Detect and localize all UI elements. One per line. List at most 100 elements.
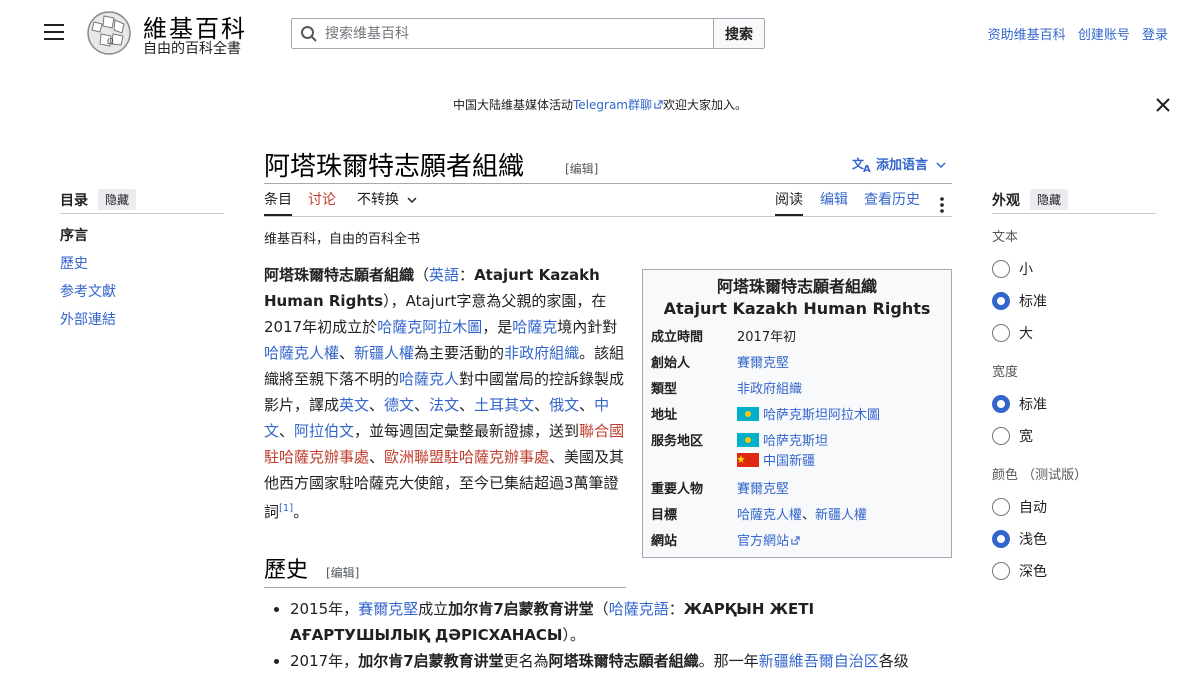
lead-link[interactable]: 阿拉伯文 [294, 422, 354, 440]
radio-button[interactable] [992, 260, 1010, 278]
color-option[interactable]: 深色 [992, 555, 1156, 587]
infobox-link[interactable]: 哈薩克人權 [737, 508, 802, 523]
add-languages-button[interactable]: 文 A 添加语言 [852, 154, 946, 175]
appearance-header: 外观 隐藏 [992, 189, 1156, 214]
lead-link[interactable]: 新疆人權 [354, 344, 414, 362]
lead-link[interactable]: 俄文 [549, 396, 579, 414]
history-link[interactable]: 賽爾克堅 [358, 600, 418, 618]
lead-link[interactable]: 土耳其文 [474, 396, 534, 414]
width-option[interactable]: 宽 [992, 420, 1156, 452]
more-tools-icon[interactable] [938, 192, 946, 218]
infobox-link[interactable]: 哈萨克斯坦阿拉木圖 [763, 408, 880, 423]
history-text: 2015年， [290, 600, 359, 618]
toc-hide-button[interactable]: 隐藏 [98, 189, 137, 210]
article-tagline: 维基百科，自由的百科全书 [264, 232, 421, 247]
lead-link[interactable]: 哈薩克人權 [264, 344, 339, 362]
lead-text: 、 [459, 396, 475, 414]
infobox-link[interactable]: 中国新疆 [763, 454, 815, 469]
history-text: 加尔肯7启蒙教育讲堂 [358, 652, 504, 670]
search-input[interactable] [325, 19, 705, 48]
main-menu-icon[interactable] [44, 24, 64, 40]
tab-talk[interactable]: 讨论 [308, 190, 336, 216]
option-label: 宽 [1019, 429, 1033, 445]
search-button[interactable]: 搜索 [713, 18, 765, 49]
lead-text: ： [459, 266, 475, 284]
option-label: 深色 [1019, 564, 1047, 580]
radio-button[interactable] [992, 498, 1010, 516]
site-tagline: 自由的百科全書 [143, 41, 241, 57]
lead-link[interactable]: 英語 [429, 266, 459, 284]
chevron-down-icon [936, 162, 946, 169]
text-size-option[interactable]: 小 [992, 253, 1156, 285]
banner-text-prefix: 中国大陆维基媒体活动 [452, 98, 573, 112]
lead-link[interactable]: 英文 [339, 396, 369, 414]
width-option[interactable]: 标准 [992, 388, 1156, 420]
infobox-row: 成立時間 2017年初 [651, 328, 943, 354]
svg-text:A: A [863, 164, 871, 172]
infobox-link[interactable]: 非政府組織 [737, 382, 802, 397]
infobox-row: 地址 哈萨克斯坦阿拉木圖 [651, 406, 943, 432]
infobox-link[interactable]: 哈萨克斯坦 [763, 434, 828, 449]
site-notice-banner: 中国大陆维基媒体活动Telegram群聊 欢迎大家加入。 [0, 96, 1200, 113]
infobox-title-zh: 阿塔珠爾特志願者組織 [716, 277, 877, 296]
toc-item-external-links[interactable]: 外部連結 [60, 310, 224, 330]
lead-redlink[interactable]: 歐洲聯盟駐哈薩克辦事處 [384, 448, 549, 466]
history-text: 2017年， [290, 652, 359, 670]
history-link[interactable]: 新疆維吾爾自治区 [759, 652, 879, 670]
lead-link[interactable]: 哈薩克 [512, 318, 557, 336]
infobox-external-link[interactable]: 官方網站 [737, 534, 800, 549]
reference-link[interactable]: [1] [279, 503, 293, 514]
radio-button[interactable] [992, 324, 1010, 342]
color-option[interactable]: 自动 [992, 491, 1156, 523]
text-size-option[interactable]: 大 [992, 317, 1156, 349]
close-icon[interactable] [1154, 96, 1172, 114]
infobox-link[interactable]: 新疆人權 [815, 508, 867, 523]
infobox-link[interactable]: 賽爾克堅 [737, 356, 789, 371]
color-option[interactable]: 浅色 [992, 523, 1156, 555]
tab-history[interactable]: 查看历史 [864, 190, 920, 216]
tab-edit[interactable]: 编辑 [820, 190, 848, 216]
infobox-row: 創始人 賽爾克堅 [651, 354, 943, 380]
lead-link[interactable]: 法文 [429, 396, 459, 414]
kazakhstan-flag-icon [737, 433, 759, 447]
radio-button-selected[interactable] [992, 292, 1010, 310]
infobox-row: 服务地区 哈萨克斯坦 中国新疆 [651, 432, 943, 480]
history-text: （ [593, 600, 609, 618]
toc-item-history[interactable]: 歷史 [60, 254, 224, 274]
toc-item-references[interactable]: 参考文獻 [60, 282, 224, 302]
appearance-hide-button[interactable]: 隐藏 [1030, 189, 1069, 210]
radio-button-selected[interactable] [992, 530, 1010, 548]
lead-text: 為主要活動的 [414, 344, 505, 362]
history-edit-link[interactable]: [编辑] [326, 564, 359, 581]
title-edit-link[interactable]: [编辑] [565, 160, 598, 177]
banner-telegram-link[interactable]: Telegram群聊 [573, 98, 663, 112]
color-label: 颜色 （测试版） [992, 468, 1088, 483]
lead-text: 、 [339, 344, 355, 362]
infobox-link[interactable]: 賽爾克堅 [737, 482, 789, 497]
tab-article[interactable]: 条目 [264, 190, 292, 216]
option-label: 浅色 [1019, 532, 1047, 548]
lead-link[interactable]: 哈薩克 [377, 318, 422, 336]
history-link[interactable]: 哈薩克語 [609, 600, 669, 618]
radio-button[interactable] [992, 427, 1010, 445]
option-label: 小 [1019, 262, 1033, 278]
radio-button-selected[interactable] [992, 395, 1010, 413]
lead-link[interactable]: 非政府組織 [504, 344, 579, 362]
tabs-divider [264, 216, 952, 217]
wikipedia-globe-logo[interactable]: Ω [84, 10, 134, 56]
radio-button[interactable] [992, 562, 1010, 580]
variant-dropdown[interactable]: 不转换 [357, 190, 417, 216]
login-link[interactable]: 登录 [1142, 28, 1168, 43]
infobox-row: 類型 非政府組織 [651, 380, 943, 406]
lead-link[interactable]: 哈薩克人 [399, 370, 459, 388]
create-account-link[interactable]: 创建账号 [1078, 28, 1130, 43]
external-link-icon [654, 100, 663, 109]
lead-link[interactable]: 阿拉木圖 [422, 318, 482, 336]
text-size-option[interactable]: 标准 [992, 285, 1156, 317]
infobox-label: 服务地区 [651, 434, 704, 449]
tab-read[interactable]: 阅读 [775, 190, 803, 216]
lead-link[interactable]: 德文 [384, 396, 414, 414]
toc-item-intro[interactable]: 序言 [60, 226, 224, 246]
donate-link[interactable]: 资助维基百科 [988, 28, 1066, 43]
search-icon [301, 26, 317, 42]
